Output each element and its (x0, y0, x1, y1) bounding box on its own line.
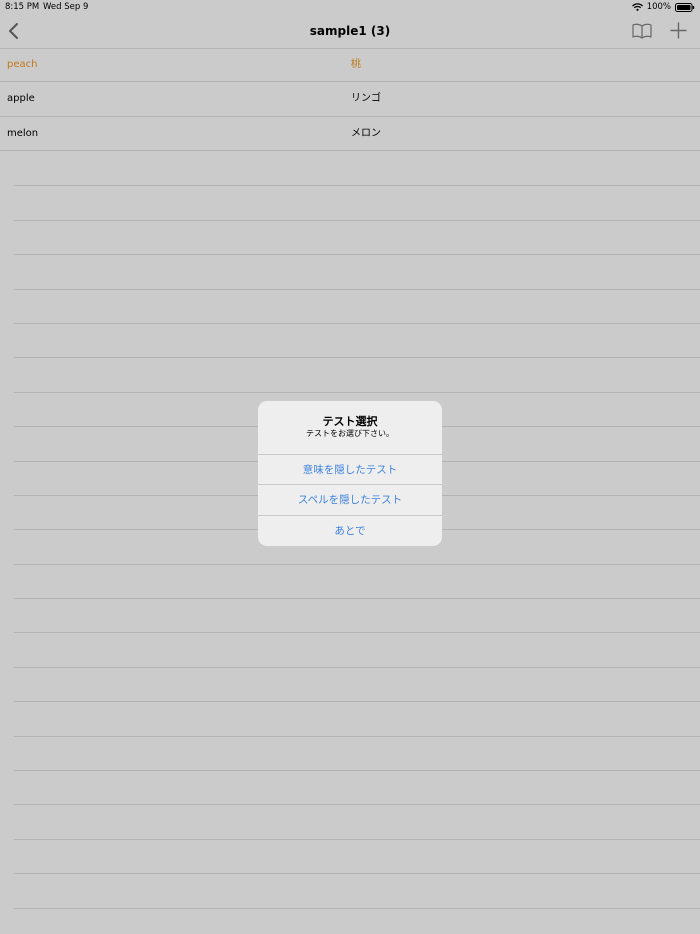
status-bar: 8:15 PM Wed Sep 9 100% (0, 0, 700, 14)
battery-percent: 100% (646, 2, 671, 12)
alert-header: テスト選択 テストをお選び下さい。 (258, 401, 442, 455)
word-row[interactable]: melon メロン (0, 117, 700, 152)
plus-icon[interactable] (670, 22, 687, 39)
empty-row (14, 152, 700, 187)
book-icon[interactable] (632, 23, 652, 39)
word-english: peach (7, 59, 38, 70)
word-row[interactable]: peach 桃 (0, 48, 700, 83)
empty-row (14, 358, 700, 393)
empty-row (14, 565, 700, 600)
empty-row (14, 221, 700, 256)
word-list: peach 桃 apple リンゴ melon メロン (0, 48, 700, 152)
word-japanese: 桃 (351, 59, 361, 70)
navigation-bar: sample1 (3) (0, 14, 700, 49)
empty-row (14, 702, 700, 737)
word-english: apple (7, 93, 35, 105)
status-date: Wed Sep 9 (43, 2, 89, 12)
test-selection-alert: テスト選択 テストをお選び下さい。 意味を隠したテスト スペルを隠したテスト あ… (258, 401, 442, 546)
empty-row (14, 633, 700, 668)
wifi-icon (631, 3, 643, 11)
empty-row (14, 805, 700, 840)
alert-message: テストをお選び下さい。 (306, 429, 394, 438)
status-time: 8:15 PM (5, 2, 40, 12)
empty-row (14, 599, 700, 634)
empty-row (14, 771, 700, 806)
page-title: sample1 (3) (309, 24, 391, 38)
alert-title: テスト選択 (322, 415, 378, 428)
word-english: melon (7, 127, 39, 139)
spelling-hidden-test-button[interactable]: スペルを隠したテスト (258, 485, 442, 516)
word-row[interactable]: apple リンゴ (0, 82, 700, 117)
empty-row (14, 186, 700, 221)
empty-row (14, 324, 700, 359)
word-japanese: メロン (351, 127, 381, 139)
word-japanese: リンゴ (351, 93, 381, 105)
battery-icon (675, 2, 695, 12)
empty-row (14, 737, 700, 772)
later-button[interactable]: あとで (258, 516, 442, 546)
empty-row (14, 840, 700, 875)
empty-row (14, 290, 700, 324)
empty-row (14, 255, 700, 290)
empty-row (14, 874, 700, 909)
status-indicators: 100% (631, 0, 695, 14)
empty-row (14, 668, 700, 703)
meaning-hidden-test-button[interactable]: 意味を隠したテスト (258, 455, 442, 486)
